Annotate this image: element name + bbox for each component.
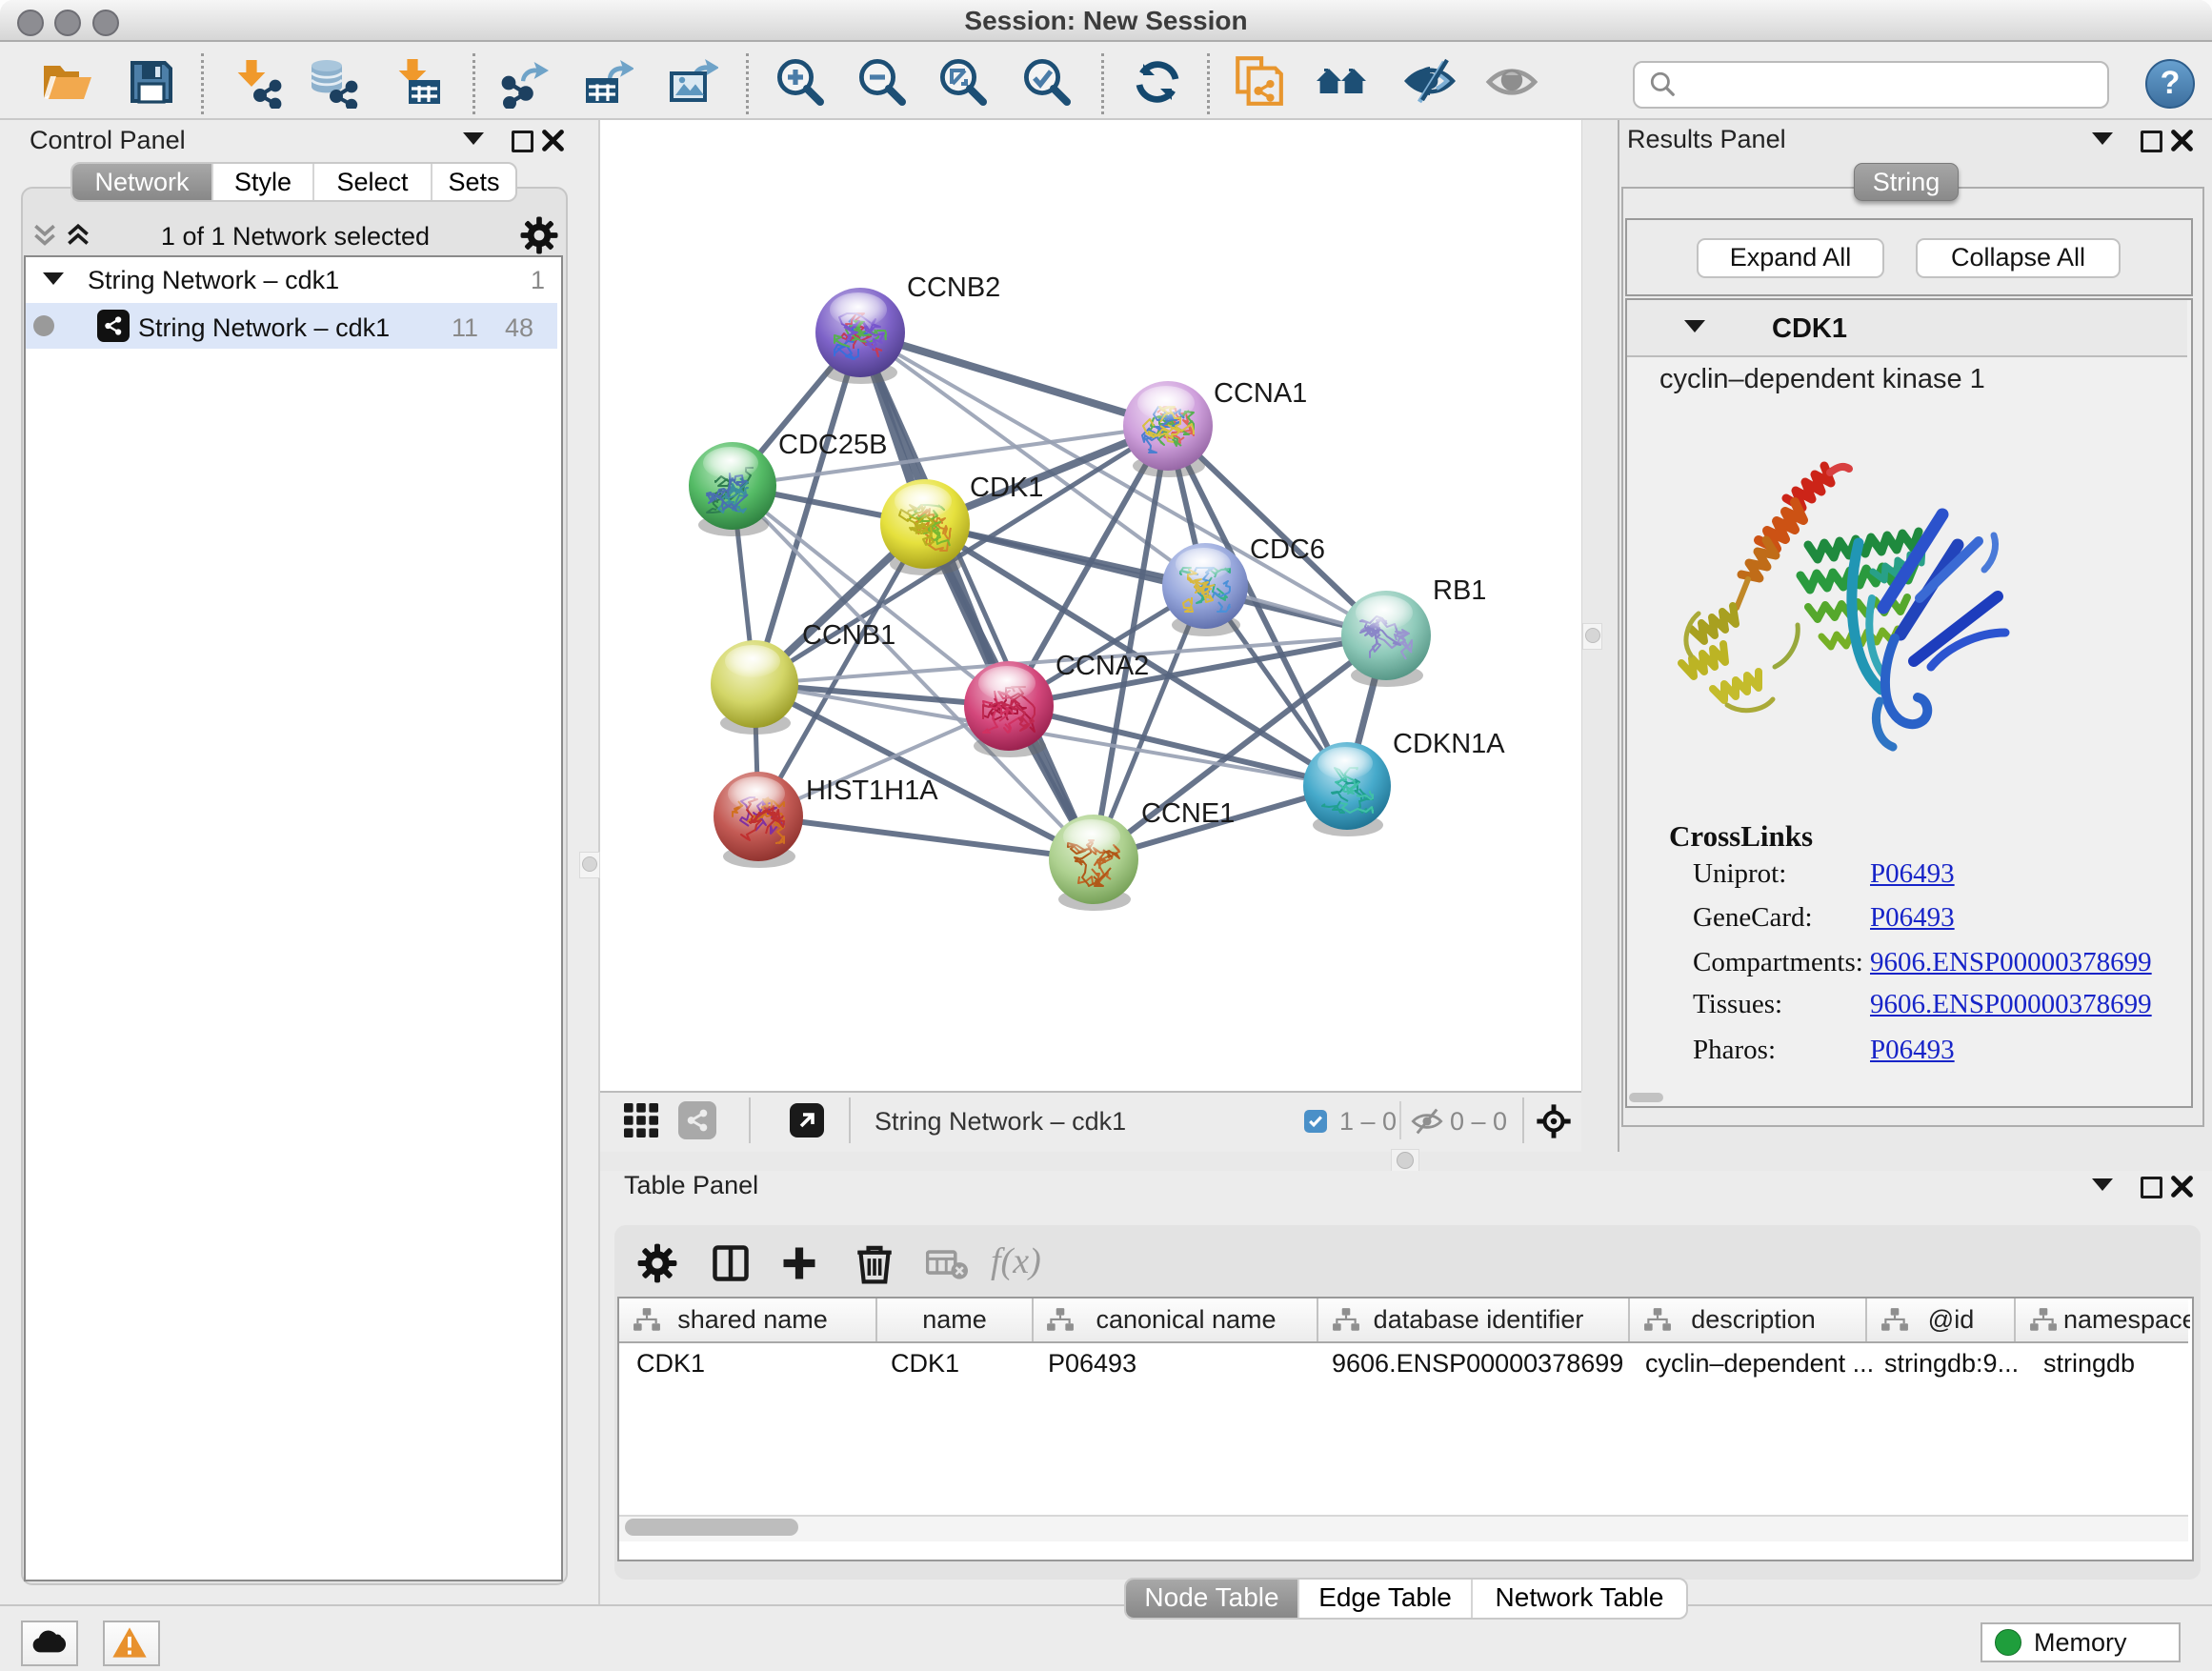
svg-text:CDC6: CDC6 — [1250, 534, 1325, 565]
svg-text:HIST1H1A: HIST1H1A — [806, 775, 938, 806]
svg-text:CDK1: CDK1 — [970, 473, 1043, 503]
svg-text:CCNB2: CCNB2 — [907, 272, 1000, 303]
svg-text:RB1: RB1 — [1433, 575, 1486, 606]
svg-text:CCNB1: CCNB1 — [802, 620, 895, 651]
svg-text:CDC25B: CDC25B — [778, 430, 887, 460]
svg-text:CCNA1: CCNA1 — [1214, 378, 1307, 409]
svg-text:CCNE1: CCNE1 — [1141, 798, 1235, 829]
svg-text:CDKN1A: CDKN1A — [1393, 729, 1505, 759]
svg-text:CCNA2: CCNA2 — [1056, 651, 1149, 681]
